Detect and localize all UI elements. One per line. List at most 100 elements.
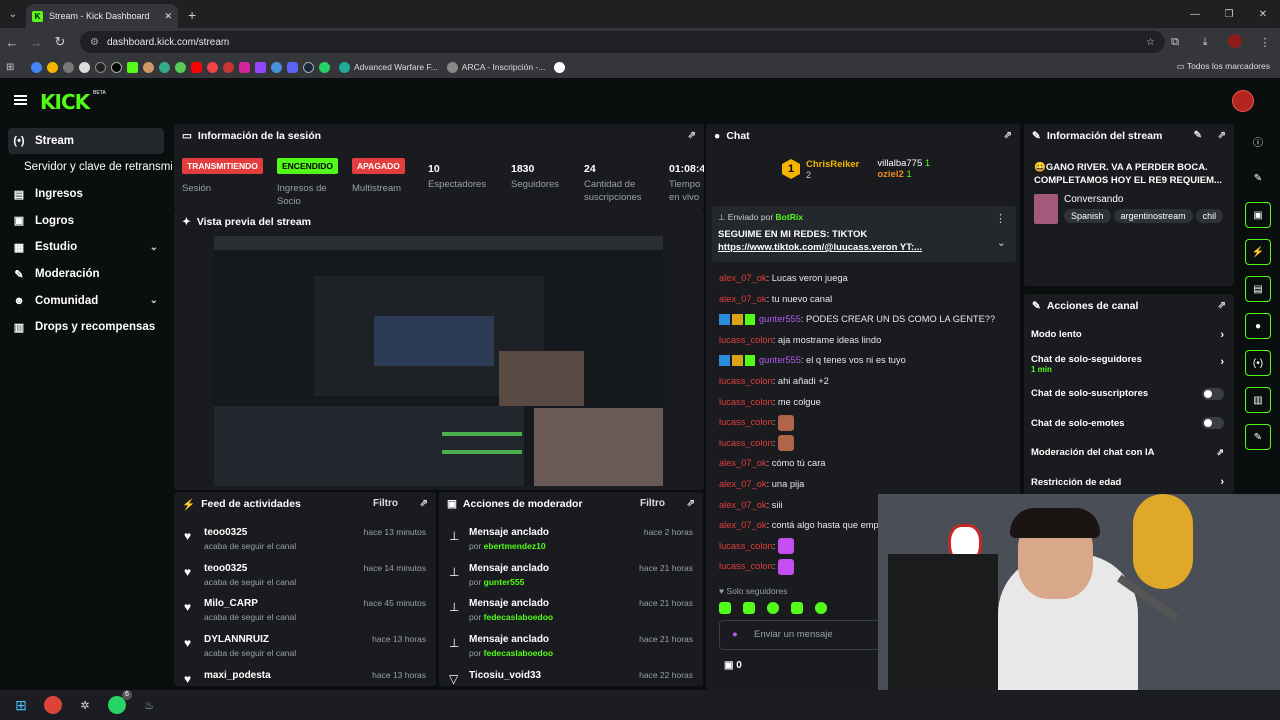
- instagram-bookmark-icon[interactable]: [239, 61, 250, 73]
- action-age-restriction[interactable]: Restricción de edad ›: [1024, 468, 1234, 495]
- top-gifter-2[interactable]: villalba775 1 oziel2 1: [877, 158, 930, 180]
- chat-username[interactable]: gunter555: [759, 355, 801, 365]
- emote-icon[interactable]: [743, 602, 755, 614]
- layout-tool-icon[interactable]: ▣: [1245, 202, 1271, 228]
- popout-icon[interactable]: ⇗: [420, 498, 428, 509]
- chat-username[interactable]: lucass_colon: [719, 561, 773, 571]
- reload-icon[interactable]: ↻: [48, 34, 72, 50]
- user-avatar[interactable]: [1232, 90, 1254, 112]
- chat-tool-icon[interactable]: ●: [1245, 313, 1271, 339]
- bookmark-icon[interactable]: [47, 61, 58, 73]
- bookmark-icon[interactable]: [207, 61, 218, 73]
- steam-bookmark-icon[interactable]: [303, 61, 314, 73]
- chat-username[interactable]: lucass_colon: [719, 417, 773, 427]
- sidebar-item-estudio[interactable]: ▦ Estudio ⌄: [0, 234, 172, 261]
- all-bookmarks-folder[interactable]: ▭ Todos los marcadores: [1177, 61, 1270, 72]
- emote-icon[interactable]: [815, 602, 827, 614]
- popout-icon[interactable]: ⇗: [1218, 300, 1226, 311]
- chat-username[interactable]: lucass_colon: [719, 335, 773, 345]
- emote-icon[interactable]: [767, 602, 779, 614]
- chevron-down-icon[interactable]: ⌄: [997, 236, 1006, 249]
- popout-icon[interactable]: ⇗: [688, 130, 696, 141]
- chat-username[interactable]: lucass_colon: [719, 376, 773, 386]
- chrome-taskbar-icon[interactable]: [44, 696, 62, 714]
- tab-search-icon[interactable]: ⌄: [0, 0, 26, 28]
- close-window-icon[interactable]: ✕: [1246, 9, 1280, 20]
- emote-icon[interactable]: [791, 602, 803, 614]
- dots-icon[interactable]: ⋮: [995, 212, 1006, 225]
- sidebar-item-moderacion[interactable]: ✎ Moderación: [0, 261, 172, 288]
- app-taskbar-icon[interactable]: ✲: [76, 696, 94, 714]
- chat-username[interactable]: lucass_colon: [719, 541, 773, 551]
- mod-user[interactable]: ebertmendez10: [484, 541, 546, 551]
- popout-icon[interactable]: ⇗: [1218, 130, 1226, 141]
- action-followers-only[interactable]: Chat de solo-seguidores 1 min ›: [1024, 350, 1234, 380]
- bookmark-icon[interactable]: [175, 61, 186, 73]
- pinned-link[interactable]: https://www.tiktok.com/@luucass.veron YT…: [718, 242, 1010, 253]
- stream-category[interactable]: Conversando: [1064, 194, 1123, 205]
- address-bar[interactable]: ⚙ dashboard.kick.com/stream ☆: [80, 31, 1165, 53]
- google-bookmark-icon[interactable]: [554, 61, 566, 73]
- filter-button[interactable]: Filtro: [373, 498, 398, 509]
- bookmark-icon[interactable]: [79, 61, 90, 73]
- channel-points[interactable]: ▣ 0: [724, 660, 742, 671]
- page-tool-icon[interactable]: ▤: [1245, 276, 1271, 302]
- bookmark-advanced-warfare[interactable]: Advanced Warfare F...: [339, 61, 438, 73]
- whatsapp-bookmark-icon[interactable]: [319, 61, 330, 73]
- chat-username[interactable]: alex_07_ok: [719, 500, 767, 510]
- menu-hamburger-icon[interactable]: [14, 95, 27, 105]
- pencil-icon[interactable]: ✎: [1245, 165, 1271, 191]
- youtube-bookmark-icon[interactable]: [191, 61, 202, 73]
- new-tab-button[interactable]: +: [188, 7, 196, 23]
- sidebar-item-logros[interactable]: ▣ Logros: [0, 207, 172, 234]
- pinned-message[interactable]: ⊥ Enviado por BotRix SEGUIME EN MI REDES…: [712, 206, 1016, 262]
- chat-username[interactable]: alex_07_ok: [719, 294, 767, 304]
- minimize-icon[interactable]: —: [1178, 9, 1212, 20]
- wrench-tool-icon[interactable]: ✎: [1245, 424, 1271, 450]
- bookmark-icon[interactable]: [143, 61, 154, 73]
- mod-user[interactable]: fedecaslaboedoo: [484, 648, 553, 658]
- chat-input[interactable]: ● Enviar un mensaje: [719, 620, 899, 650]
- sidebar-item-server-key[interactable]: Servidor y clave de retransmisión: [0, 154, 172, 181]
- chat-username[interactable]: alex_07_ok: [719, 520, 767, 530]
- panel-tool-icon[interactable]: ▥: [1245, 387, 1271, 413]
- action-slow-mode[interactable]: Modo lento ›: [1024, 320, 1234, 350]
- close-tab-icon[interactable]: ✕: [164, 11, 172, 22]
- download-icon[interactable]: ⤓: [1190, 36, 1220, 49]
- bookmark-icon[interactable]: [95, 61, 106, 73]
- mod-user[interactable]: gunter555: [484, 577, 525, 587]
- kick-logo[interactable]: KICK: [40, 90, 90, 114]
- top-gifter-1[interactable]: ChrisReiker 2: [806, 159, 859, 180]
- tag[interactable]: chil: [1195, 209, 1224, 223]
- chat-username[interactable]: alex_07_ok: [719, 479, 767, 489]
- bookmark-icon[interactable]: [271, 61, 282, 73]
- sidebar-item-comunidad[interactable]: ☻ Comunidad ⌄: [0, 287, 172, 314]
- bookmark-star-icon[interactable]: ☆: [1146, 37, 1155, 48]
- menu-dots-icon[interactable]: ⋮: [1250, 36, 1280, 49]
- chat-username[interactable]: lucass_colon: [719, 397, 773, 407]
- site-info-icon[interactable]: ⚙: [90, 37, 99, 48]
- info-icon[interactable]: ⓘ: [1245, 128, 1271, 154]
- kick-bookmark-icon[interactable]: [127, 61, 138, 73]
- bookmark-arca[interactable]: ARCA - Inscripción -...: [446, 61, 545, 73]
- forward-icon[interactable]: →: [24, 35, 48, 50]
- broadcast-tool-icon[interactable]: (•): [1245, 350, 1271, 376]
- bookmark-icon[interactable]: [31, 61, 42, 73]
- action-ai-moderation[interactable]: Moderación del chat con IA ⇗: [1024, 438, 1234, 468]
- filter-button[interactable]: Filtro: [640, 498, 665, 509]
- bookmark-icon[interactable]: [223, 61, 234, 73]
- x-bookmark-icon[interactable]: [111, 61, 122, 73]
- tag[interactable]: Spanish: [1064, 209, 1111, 223]
- action-emotes-only[interactable]: Chat de solo-emotes: [1024, 409, 1234, 439]
- twitch-bookmark-icon[interactable]: [255, 61, 266, 73]
- browser-tab[interactable]: K Stream - Kick Dashboard ✕: [26, 4, 178, 28]
- sidebar-item-drops[interactable]: ▥ Drops y recompensas: [0, 314, 172, 341]
- tag[interactable]: argentinostream: [1113, 209, 1193, 223]
- discord-bookmark-icon[interactable]: [287, 61, 298, 73]
- chat-username[interactable]: lucass_colon: [719, 438, 773, 448]
- chat-username[interactable]: gunter555: [759, 314, 801, 324]
- bolt-tool-icon[interactable]: ⚡: [1245, 239, 1271, 265]
- steam-taskbar-icon[interactable]: ♨: [140, 696, 158, 714]
- stream-preview-video[interactable]: [214, 236, 663, 486]
- popout-icon[interactable]: ⇗: [1004, 130, 1012, 141]
